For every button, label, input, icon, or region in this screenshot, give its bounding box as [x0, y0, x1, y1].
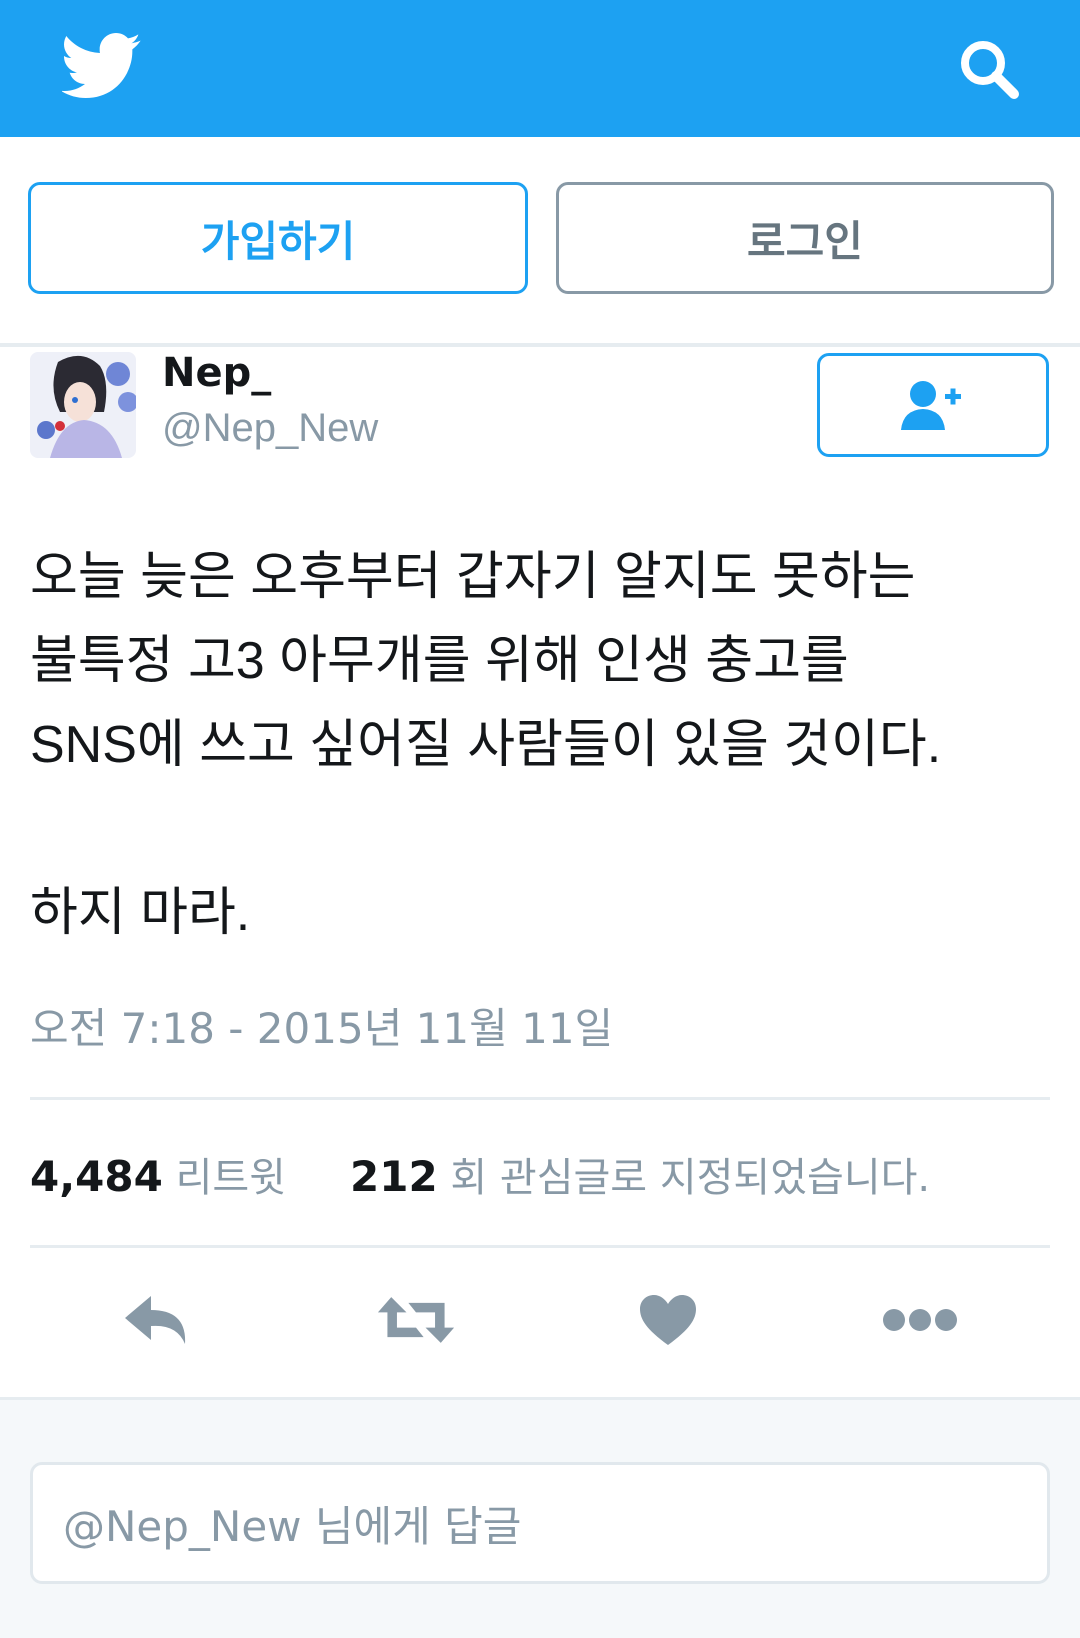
retweet-stat[interactable]: 4,484 리트윗 — [30, 1145, 286, 1203]
retweet-count: 4,484 — [30, 1152, 163, 1201]
like-stat[interactable]: 212 회 관심글로 지정되었습니다. — [350, 1145, 930, 1203]
action-bar — [0, 1280, 1080, 1360]
reply-input[interactable]: @Nep_New 님에게 답글 — [30, 1462, 1050, 1584]
twitter-bird-icon[interactable] — [62, 32, 142, 100]
divider — [30, 1097, 1050, 1100]
display-name[interactable]: Nep_ — [162, 350, 271, 396]
reply-icon — [125, 1296, 186, 1344]
retweet-button[interactable] — [376, 1280, 456, 1360]
like-button[interactable] — [628, 1280, 708, 1360]
reply-area: @Nep_New 님에게 답글 — [0, 1397, 1080, 1638]
signup-button[interactable]: 가입하기 — [28, 182, 528, 294]
heart-icon — [640, 1295, 696, 1345]
follow-button[interactable] — [817, 353, 1049, 457]
like-label: 회 관심글로 지정되었습니다. — [450, 1155, 931, 1201]
retweet-icon — [377, 1297, 455, 1343]
retweet-label: 리트윗 — [175, 1155, 286, 1201]
more-icon — [883, 1309, 957, 1331]
divider — [30, 1245, 1050, 1248]
more-button[interactable] — [880, 1280, 960, 1360]
like-count: 212 — [350, 1152, 438, 1201]
tweet-text: 오늘 늦은 오후부터 갑자기 알지도 못하는 불특정 고3 아무개를 위해 인생… — [30, 548, 942, 942]
divider — [0, 343, 1080, 347]
top-bar — [0, 0, 1080, 137]
login-button[interactable]: 로그인 — [556, 182, 1054, 294]
add-user-icon — [901, 381, 961, 430]
avatar[interactable] — [30, 352, 136, 458]
reply-button[interactable] — [118, 1280, 198, 1360]
user-handle[interactable]: @Nep_New — [162, 406, 378, 451]
tweet-timestamp[interactable]: 오전 7:18 - 2015년 11월 11일 — [30, 995, 613, 1056]
auth-bar: 가입하기 로그인 — [0, 137, 1080, 345]
search-icon[interactable] — [956, 36, 1022, 102]
